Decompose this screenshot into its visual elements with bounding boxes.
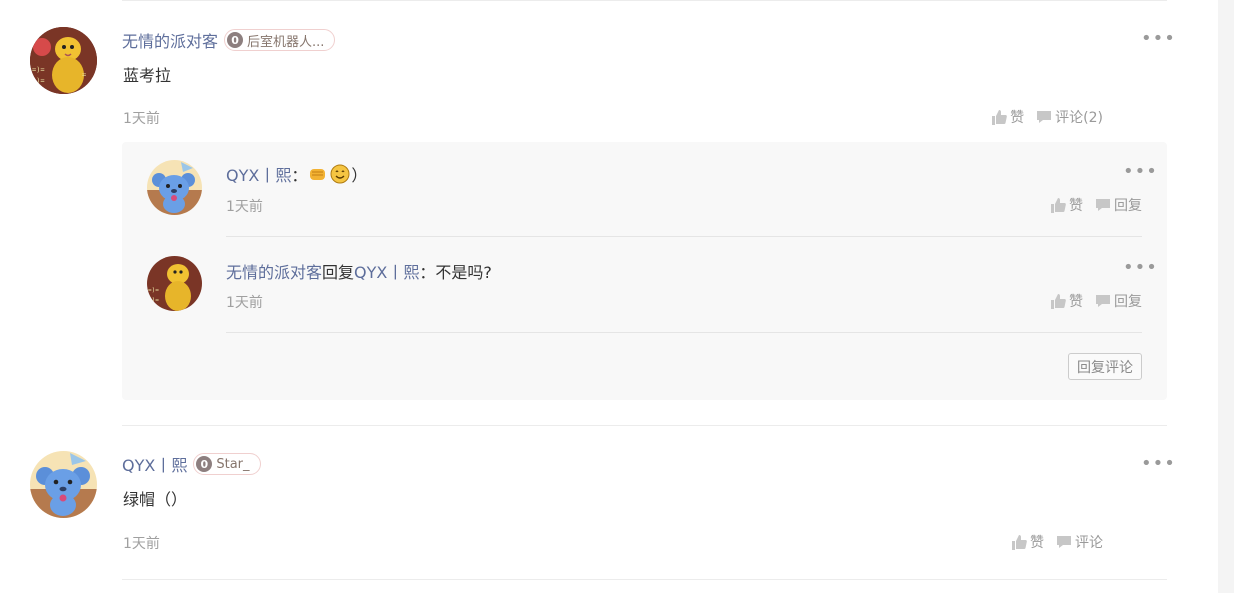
badge-label: 后室机器人... [247, 34, 325, 50]
reply-button[interactable]: 回复 [1095, 291, 1142, 311]
scrollbar-track[interactable] [1218, 0, 1234, 593]
avatar[interactable] [30, 451, 97, 518]
comment-button[interactable]: 评论(2) [1036, 107, 1103, 127]
badge-label: Star_ [216, 456, 250, 472]
replies-container: QYX丨熙 ： ） ••• 1天前 赞 回复 =)= =)= 无情的派对客 回复… [122, 142, 1167, 400]
reply-target-name[interactable]: QYX丨熙 [354, 259, 419, 283]
comment-icon [1096, 295, 1110, 307]
comment-actions: 赞 评论 [1011, 532, 1103, 552]
timestamp: 1天前 [123, 111, 160, 127]
reply-button[interactable]: 回复 [1095, 195, 1142, 215]
timestamp: 1天前 [123, 536, 160, 552]
reply-header: QYX丨熙 ： ） [226, 162, 367, 186]
like-button[interactable]: 赞 [991, 107, 1024, 127]
svg-text:=)=: =)= [32, 66, 45, 74]
more-options-icon[interactable]: ••• [1123, 163, 1158, 181]
comment-count-label: 评论(2) [1055, 110, 1103, 126]
badge-level: 0 [227, 32, 244, 48]
user-badge[interactable]: 0 后室机器人... [224, 29, 336, 51]
reply-header: 无情的派对客 回复 QYX丨熙 ： 不是吗? [226, 259, 492, 283]
divider [122, 425, 1167, 426]
reply-text-end: ） [351, 166, 368, 185]
reply-text: 不是吗? [435, 263, 492, 282]
smile-emoji-icon [330, 164, 350, 184]
svg-text:=)=: =)= [148, 297, 159, 304]
svg-text:=)=: =)= [148, 287, 159, 294]
fist-emoji-icon [308, 164, 328, 184]
comment-label: 评论 [1075, 535, 1103, 551]
separator: ： [291, 166, 308, 185]
like-button[interactable]: 赞 [1011, 532, 1044, 552]
more-options-icon[interactable]: ••• [1141, 455, 1176, 473]
like-label: 赞 [1069, 198, 1083, 214]
comment-header: QYX丨熙 0 Star_ [122, 452, 261, 476]
reply-actions: 赞 回复 [1050, 195, 1142, 215]
comment-actions: 赞 评论(2) [991, 107, 1103, 127]
reply-word: 回复 [322, 263, 355, 282]
author-name[interactable]: 无情的派对客 [122, 28, 218, 52]
like-label: 赞 [1069, 294, 1083, 310]
comment-icon [1037, 111, 1052, 123]
reply-label: 回复 [1114, 198, 1142, 214]
thumbs-up-icon [1051, 197, 1066, 213]
avatar[interactable]: =)= =)= = [30, 27, 97, 94]
like-label: 赞 [1030, 535, 1044, 551]
reply-label: 回复 [1114, 294, 1142, 310]
thumbs-up-icon [1012, 534, 1027, 550]
author-name[interactable]: 无情的派对客 [226, 259, 322, 283]
thumbs-up-icon [992, 109, 1007, 125]
more-options-icon[interactable]: ••• [1123, 259, 1158, 277]
avatar[interactable]: =)= =)= [147, 256, 202, 311]
user-badge[interactable]: 0 Star_ [193, 453, 261, 475]
comment-button[interactable]: 评论 [1056, 532, 1103, 552]
like-button[interactable]: 赞 [1050, 291, 1083, 311]
comment-icon [1096, 199, 1110, 211]
like-label: 赞 [1010, 110, 1025, 126]
comment-text: 蓝考拉 [123, 66, 172, 85]
reply-comment-button[interactable]: 回复评论 [1068, 353, 1142, 380]
like-button[interactable]: 赞 [1050, 195, 1083, 215]
avatar[interactable] [147, 160, 202, 215]
divider [226, 236, 1142, 237]
divider [122, 579, 1167, 580]
comment-icon [1057, 536, 1071, 548]
comment-text: 绿帽（） [123, 490, 188, 509]
timestamp: 1天前 [226, 295, 263, 311]
comment-header: 无情的派对客 0 后室机器人... [122, 28, 336, 52]
author-name[interactable]: QYX丨熙 [226, 162, 291, 186]
timestamp: 1天前 [226, 199, 263, 215]
svg-text:=: = [82, 71, 86, 79]
author-name[interactable]: QYX丨熙 [122, 452, 187, 476]
reply-actions: 赞 回复 [1050, 291, 1142, 311]
more-options-icon[interactable]: ••• [1141, 30, 1176, 48]
divider [122, 0, 1167, 1]
separator: ： [419, 263, 436, 282]
thumbs-up-icon [1051, 293, 1066, 309]
badge-level: 0 [196, 456, 213, 472]
divider [226, 332, 1142, 333]
svg-text:=)=: =)= [32, 77, 45, 85]
